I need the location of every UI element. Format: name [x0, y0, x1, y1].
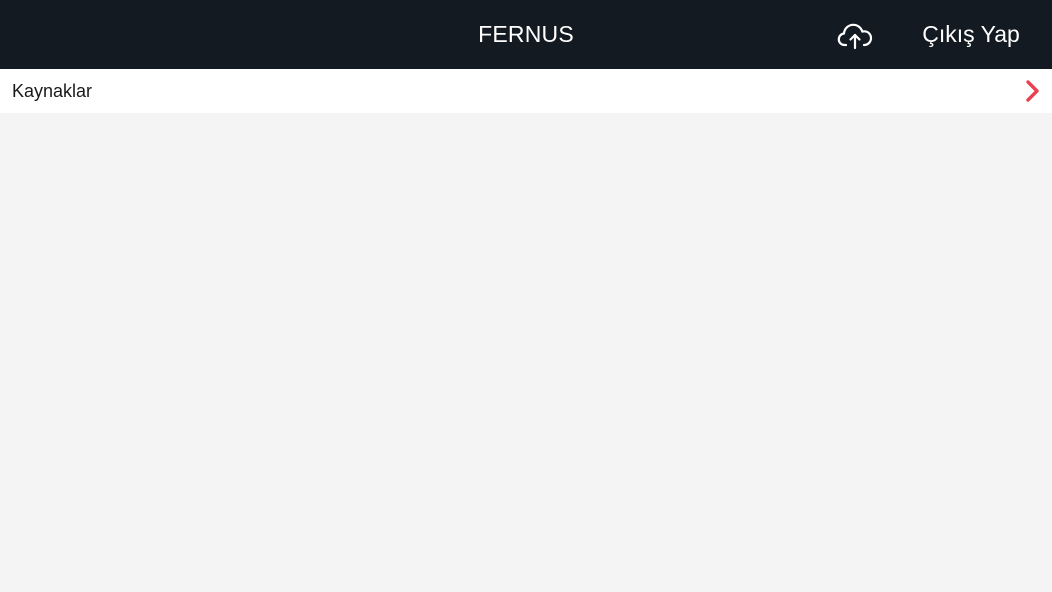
- page-title: FERNUS: [478, 21, 574, 47]
- list-item-label: Kaynaklar: [12, 81, 93, 101]
- top-bar: FERNUS Çıkış Yap: [0, 0, 1052, 69]
- app-window: FERNUS Çıkış Yap Kaynaklar: [0, 0, 1052, 592]
- logout-button[interactable]: Çıkış Yap: [910, 0, 1032, 69]
- chevron-right-icon: [1026, 80, 1039, 102]
- cloud-upload-icon: [837, 23, 873, 50]
- menu-list: Kaynaklar: [0, 69, 1052, 113]
- list-item-kaynaklar[interactable]: Kaynaklar: [0, 69, 1052, 113]
- upload-button[interactable]: [834, 16, 876, 54]
